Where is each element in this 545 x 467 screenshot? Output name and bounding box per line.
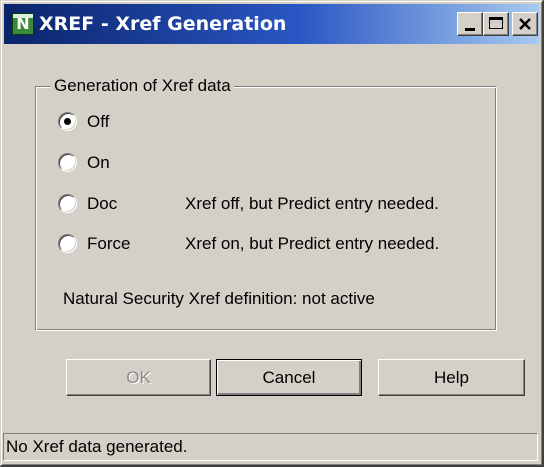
radio-label-off[interactable]: Off [87,111,109,133]
cancel-button[interactable]: Cancel [216,359,362,396]
radio-on[interactable] [58,153,77,172]
radio-label-on[interactable]: On [87,152,110,174]
minimize-icon [465,28,475,31]
group-legend: Generation of Xref data [51,76,234,96]
radio-label-force[interactable]: Force [87,233,130,255]
status-bar: No Xref data generated. [3,433,538,461]
radio-off[interactable] [58,112,77,131]
radio-label-doc[interactable]: Doc [87,193,117,215]
close-icon [519,18,531,30]
radio-description-force: Xref on, but Predict entry needed. [185,234,440,253]
ok-button[interactable]: OK [66,359,211,396]
help-button[interactable]: Help [378,359,525,396]
close-button[interactable] [512,12,538,36]
minimize-button[interactable] [457,12,483,36]
radio-force[interactable] [58,234,77,253]
maximize-button[interactable] [483,12,509,36]
radio-doc[interactable] [58,194,77,213]
window-title: XREF - Xref Generation [39,13,287,35]
maximize-icon [489,17,503,29]
natural-app-icon[interactable]: N [12,13,34,35]
natural-security-status: Natural Security Xref definition: not ac… [63,289,375,308]
title-bar[interactable]: N XREF - Xref Generation [4,4,539,44]
radio-description-doc: Xref off, but Predict entry needed. [185,194,439,213]
